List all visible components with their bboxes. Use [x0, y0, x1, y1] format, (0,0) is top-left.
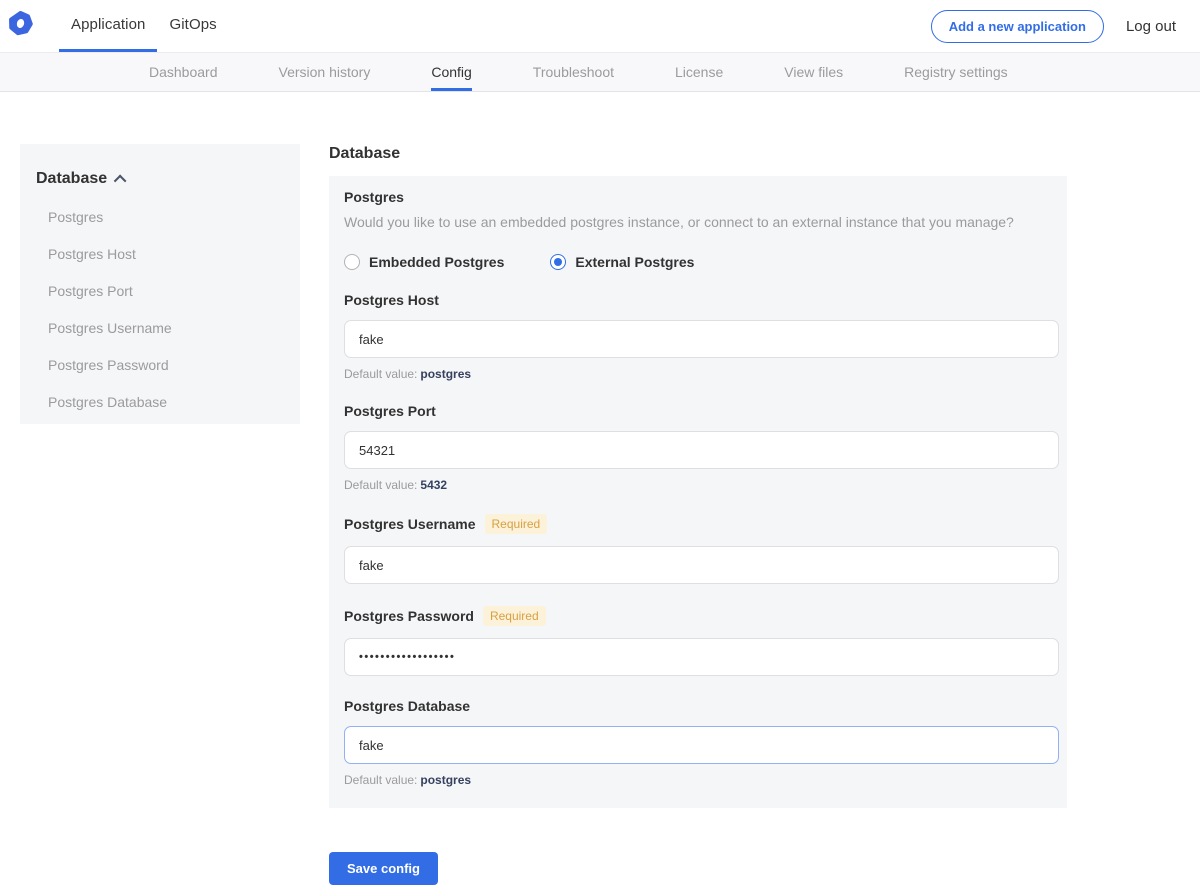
group-label: Postgres [344, 189, 1052, 205]
save-config-button[interactable]: Save config [329, 852, 438, 885]
sidebar-item-postgres-username[interactable]: Postgres Username [36, 320, 284, 336]
tab-gitops[interactable]: GitOps [157, 0, 228, 52]
page-title: Database [329, 145, 1067, 163]
top-bar: Application GitOps Add a new application… [0, 0, 1200, 52]
helper-default-value: postgres [420, 367, 471, 381]
sidebar-group-database[interactable]: Database [36, 170, 284, 188]
group-description: Would you like to use an embedded postgr… [344, 214, 1052, 230]
tab-application-label: Application [71, 16, 145, 33]
subnav-item-license[interactable]: License [675, 53, 723, 91]
helper-prefix: Default value: [344, 367, 417, 381]
radio-external-postgres-label: External Postgres [575, 254, 694, 270]
logout-button[interactable]: Log out [1126, 18, 1176, 35]
sidebar-group-label: Database [36, 170, 107, 188]
field-label-postgres-host: Postgres Host [344, 292, 1052, 308]
app-subnav: Dashboard Version history Config Trouble… [0, 52, 1200, 92]
helper-text-postgres-database: Default value:postgres [344, 773, 1052, 787]
postgres-password-input[interactable] [344, 638, 1059, 676]
field-label-postgres-port: Postgres Port [344, 403, 1052, 419]
sidebar-item-postgres-port[interactable]: Postgres Port [36, 283, 284, 299]
sidebar-item-postgres-database[interactable]: Postgres Database [36, 394, 284, 410]
radio-embedded-postgres[interactable]: Embedded Postgres [344, 254, 504, 270]
field-postgres-username: Postgres Username Required [344, 514, 1052, 584]
sidebar-item-postgres-password[interactable]: Postgres Password [36, 357, 284, 373]
config-group-panel: Postgres Would you like to use an embedd… [329, 176, 1067, 808]
top-tabs: Application GitOps [59, 0, 229, 52]
helper-prefix: Default value: [344, 478, 417, 492]
field-postgres-host: Postgres Host Default value:postgres [344, 292, 1052, 381]
field-label-postgres-database: Postgres Database [344, 698, 1052, 714]
sidebar-item-postgres-host[interactable]: Postgres Host [36, 246, 284, 262]
field-label-text: Postgres Username [344, 516, 476, 532]
app-logo[interactable] [8, 0, 33, 52]
required-badge: Required [483, 606, 546, 626]
add-application-button[interactable]: Add a new application [931, 10, 1104, 43]
subnav-item-config[interactable]: Config [431, 53, 471, 91]
postgres-radio-group: Embedded Postgres External Postgres [344, 254, 1052, 270]
helper-text-postgres-host: Default value:postgres [344, 367, 1052, 381]
subnav-item-registry-settings[interactable]: Registry settings [904, 53, 1007, 91]
postgres-username-input[interactable] [344, 546, 1059, 584]
app-logo-icon [8, 11, 33, 41]
field-label-postgres-username: Postgres Username Required [344, 514, 1052, 534]
field-postgres-database: Postgres Database Default value:postgres [344, 698, 1052, 787]
subnav-item-troubleshoot[interactable]: Troubleshoot [533, 53, 614, 91]
postgres-database-input[interactable] [344, 726, 1059, 764]
sidebar-item-postgres[interactable]: Postgres [36, 209, 284, 225]
radio-external-postgres[interactable]: External Postgres [550, 254, 694, 270]
postgres-port-input[interactable] [344, 431, 1059, 469]
field-label-text: Postgres Database [344, 698, 470, 714]
radio-checked-icon [550, 254, 566, 270]
subnav-item-version-history[interactable]: Version history [279, 53, 371, 91]
subnav-item-dashboard[interactable]: Dashboard [149, 53, 218, 91]
postgres-host-input[interactable] [344, 320, 1059, 358]
config-main: Database Postgres Would you like to use … [329, 145, 1067, 885]
chevron-up-icon [114, 174, 127, 187]
radio-embedded-postgres-label: Embedded Postgres [369, 254, 504, 270]
helper-text-postgres-port: Default value:5432 [344, 478, 1052, 492]
tab-gitops-label: GitOps [169, 16, 216, 33]
helper-prefix: Default value: [344, 773, 417, 787]
helper-default-value: postgres [420, 773, 471, 787]
subnav-item-view-files[interactable]: View files [784, 53, 843, 91]
field-postgres-port: Postgres Port Default value:5432 [344, 403, 1052, 492]
tab-application[interactable]: Application [59, 0, 157, 52]
top-bar-right: Add a new application Log out [931, 0, 1176, 52]
helper-default-value: 5432 [420, 478, 447, 492]
config-sidebar: Database Postgres Postgres Host Postgres… [20, 144, 300, 424]
radio-unchecked-icon [344, 254, 360, 270]
field-label-text: Postgres Port [344, 403, 436, 419]
field-postgres-password: Postgres Password Required [344, 606, 1052, 676]
field-label-text: Postgres Host [344, 292, 439, 308]
field-label-postgres-password: Postgres Password Required [344, 606, 1052, 626]
field-label-text: Postgres Password [344, 608, 474, 624]
required-badge: Required [485, 514, 548, 534]
